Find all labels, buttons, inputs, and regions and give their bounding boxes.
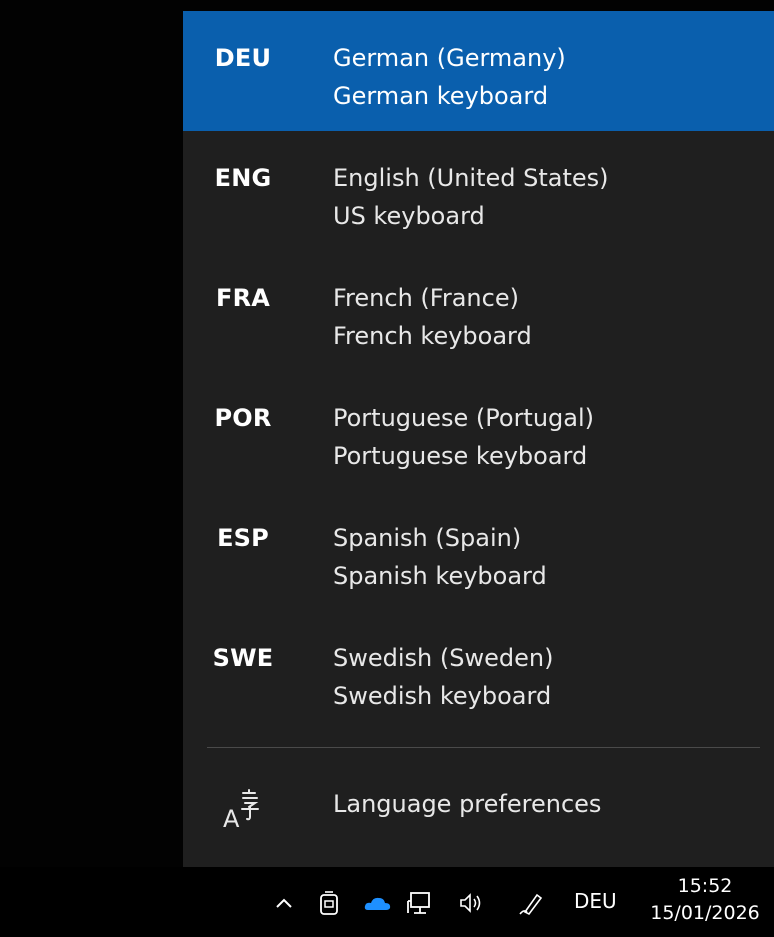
- input-language-flyout: DEU German (Germany) German keyboard ENG…: [183, 11, 774, 867]
- keyboard-layout: German keyboard: [333, 82, 549, 110]
- language-icon: A: [221, 787, 267, 833]
- language-item-eng[interactable]: ENG English (United States) US keyboard: [183, 131, 774, 251]
- network-icon[interactable]: [404, 887, 436, 919]
- language-code: FRA: [215, 284, 271, 312]
- language-item-por[interactable]: POR Portuguese (Portugal) Portuguese key…: [183, 371, 774, 491]
- pen-icon[interactable]: [516, 887, 548, 919]
- keyboard-layout: US keyboard: [333, 202, 485, 230]
- keyboard-layout: French keyboard: [333, 322, 532, 350]
- language-code: SWE: [212, 644, 274, 672]
- clock[interactable]: 15:52 15/01/2026: [640, 873, 770, 927]
- language-name: Spanish (Spain): [333, 524, 522, 552]
- language-item-fra[interactable]: FRA French (France) French keyboard: [183, 251, 774, 371]
- keyboard-layout: Swedish keyboard: [333, 682, 552, 710]
- language-name: German (Germany): [333, 44, 566, 72]
- language-code: ENG: [214, 164, 272, 192]
- chevron-up-icon[interactable]: [268, 887, 300, 919]
- clock-date: 15/01/2026: [650, 902, 760, 924]
- svg-text:A: A: [223, 805, 240, 831]
- language-name: English (United States): [333, 164, 609, 192]
- onedrive-cloud-icon[interactable]: [362, 887, 394, 919]
- language-preferences-label: Language preferences: [333, 790, 602, 818]
- language-name: Portuguese (Portugal): [333, 404, 595, 432]
- language-code: ESP: [217, 524, 269, 552]
- meet-now-icon[interactable]: [313, 887, 345, 919]
- clock-time: 15:52: [677, 875, 733, 897]
- keyboard-layout: Spanish keyboard: [333, 562, 547, 590]
- language-preferences-link[interactable]: A Language preferences: [183, 757, 774, 857]
- language-code: DEU: [214, 44, 272, 72]
- language-code: POR: [214, 404, 272, 432]
- language-item-esp[interactable]: ESP Spanish (Spain) Spanish keyboard: [183, 491, 774, 611]
- input-language-indicator[interactable]: DEU: [574, 889, 617, 913]
- keyboard-layout: Portuguese keyboard: [333, 442, 588, 470]
- volume-icon[interactable]: [456, 887, 488, 919]
- language-name: French (France): [333, 284, 519, 312]
- divider: [207, 747, 760, 748]
- language-name: Swedish (Sweden): [333, 644, 554, 672]
- taskbar: DEU 15:52 15/01/2026: [0, 867, 774, 937]
- language-item-swe[interactable]: SWE Swedish (Sweden) Swedish keyboard: [183, 611, 774, 731]
- language-item-deu[interactable]: DEU German (Germany) German keyboard: [183, 11, 774, 131]
